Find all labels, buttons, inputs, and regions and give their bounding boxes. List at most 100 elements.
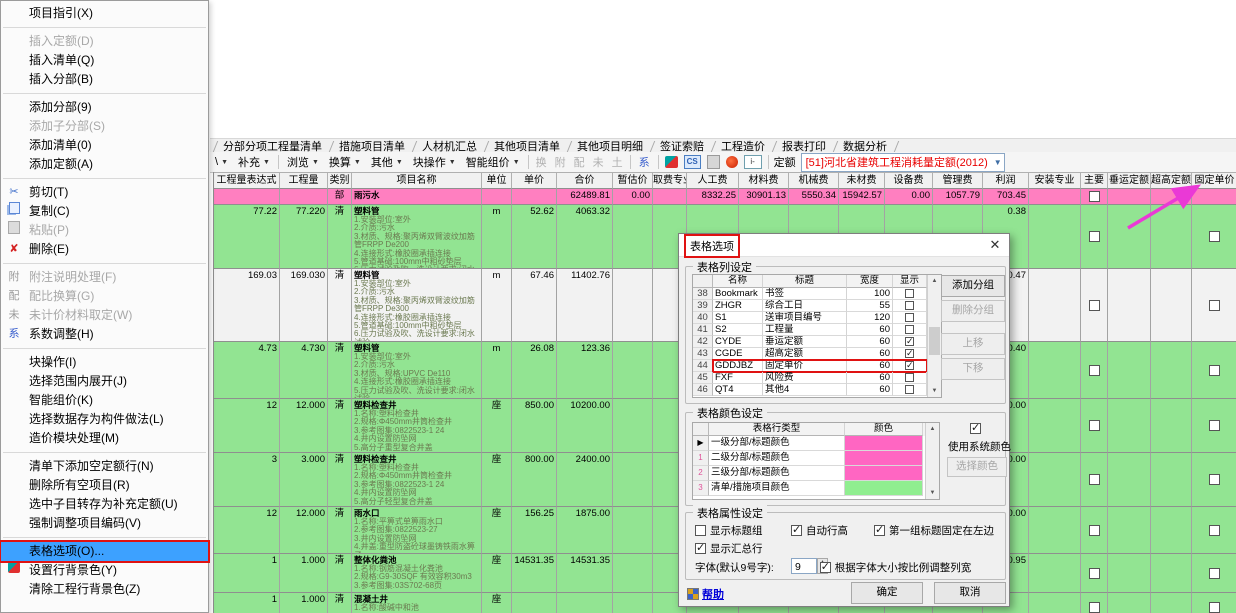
toolbar-dropdown-换算[interactable]: 换算▼ (324, 153, 366, 171)
color-setting-row[interactable]: 3清单/措施项目颜色 (693, 481, 939, 496)
column-header-main[interactable]: 主要 (1081, 173, 1108, 189)
checkbox-icon[interactable] (905, 289, 914, 298)
menu-item[interactable]: 块操作(I) (1, 353, 208, 372)
checkbox-icon[interactable] (1089, 525, 1100, 536)
checkbox-icon[interactable] (1089, 300, 1100, 311)
font-size-input[interactable]: 9 (791, 558, 817, 574)
checkbox-icon[interactable] (905, 337, 914, 346)
column-settings-grid[interactable]: 名称标题宽度显示38Bookmark书签10039ZHGR综合工日5540S1送… (692, 274, 942, 398)
checkbox-icon[interactable] (905, 349, 914, 358)
checkbox-icon[interactable] (1209, 365, 1220, 376)
checkbox-cell[interactable] (1081, 189, 1107, 204)
column-header-profit[interactable]: 利润 (983, 173, 1029, 189)
field-show[interactable] (893, 300, 927, 312)
column-header-mat[interactable]: 材料费 (739, 173, 789, 189)
checkbox-cell[interactable] (1192, 399, 1236, 452)
menu-item[interactable]: 表格选项(O)... (1, 542, 208, 561)
field-show[interactable] (893, 372, 927, 384)
column-header-cyde[interactable]: 垂运定额 (1108, 173, 1151, 189)
column-header-cgde[interactable]: 超高定额 (1151, 173, 1192, 189)
column-setting-row[interactable]: 38Bookmark书签100 (693, 288, 941, 300)
checkbox-cell[interactable] (1192, 269, 1236, 341)
help-link[interactable]: 帮助 (687, 586, 724, 602)
sheet-icon[interactable] (707, 155, 720, 169)
tab[interactable]: 签证索赔 (647, 139, 708, 153)
cancel-button[interactable]: 取消 (934, 582, 1006, 604)
field-show[interactable] (893, 324, 927, 336)
menu-item[interactable]: 添加定额(A) (1, 155, 208, 174)
quota-combobox[interactable]: [51]河北省建筑工程消耗量定额(2012)▼ (801, 153, 1005, 172)
color-setting-row[interactable]: 2三级分部/标题颜色 (693, 466, 939, 481)
paint-icon[interactable] (665, 156, 678, 168)
field-show[interactable] (893, 384, 927, 396)
toolbar-dropdown-补充[interactable]: 补充▼ (233, 153, 275, 171)
checkbox-icon[interactable] (905, 325, 914, 334)
column-header-est[interactable]: 暂估价 (613, 173, 653, 189)
checkbox-icon[interactable] (1209, 568, 1220, 579)
checkbox-icon[interactable] (695, 543, 706, 554)
tab[interactable]: 其他项目清单 (481, 139, 564, 153)
checkbox-icon[interactable] (970, 423, 981, 434)
checkbox-icon[interactable] (905, 301, 914, 310)
close-icon[interactable]: ✕ (987, 237, 1003, 253)
checkbox-cell[interactable] (1192, 205, 1236, 268)
column-setting-row[interactable]: 44GDDJBZ固定单价60 (693, 360, 941, 372)
tab[interactable]: 措施项目清单 (326, 139, 409, 153)
menu-item[interactable]: 设置行背景色(Y) (1, 561, 208, 580)
menu-item[interactable]: 清单下添加空定额行(N) (1, 457, 208, 476)
tab[interactable]: 报表打印 (769, 139, 830, 153)
ok-button[interactable]: 确定 (851, 582, 923, 604)
scroll-up-icon[interactable]: ▲ (926, 423, 939, 435)
scrollbar[interactable]: ▲▼ (927, 275, 941, 397)
toolbar-dropdown-其他[interactable]: 其他▼ (366, 153, 408, 171)
menu-item[interactable]: 项目指引(X) (1, 4, 208, 23)
checkbox-icon[interactable] (1209, 231, 1220, 242)
checkbox-icon[interactable] (905, 373, 914, 382)
show-title-group-checkbox[interactable]: 显示标题组 (695, 523, 763, 538)
menu-item[interactable]: 清除工程行背景色(Z) (1, 580, 208, 599)
checkbox-cell[interactable] (1192, 593, 1236, 613)
menu-item[interactable]: 添加清单(0) (1, 136, 208, 155)
color-setting-row[interactable]: ▶一级分部/标题颜色 (693, 436, 939, 451)
toolbar-dropdown-浏览[interactable]: 浏览▼ (282, 153, 324, 171)
menu-item[interactable]: 智能组价(K) (1, 391, 208, 410)
checkbox-cell[interactable] (1081, 453, 1107, 506)
scrollbar[interactable]: ▲▼ (925, 423, 939, 499)
cs-icon[interactable]: CS (684, 155, 701, 169)
checkbox-icon[interactable] (1089, 365, 1100, 376)
checkbox-cell[interactable] (1081, 399, 1107, 452)
scroll-down-icon[interactable]: ▼ (928, 385, 941, 397)
column-header-total[interactable]: 合价 (557, 173, 613, 189)
checkbox-cell[interactable] (1192, 342, 1236, 398)
column-header-labor[interactable]: 人工费 (687, 173, 739, 189)
field-show[interactable] (893, 336, 927, 348)
column-header-name[interactable]: 项目名称 (352, 173, 482, 189)
tab[interactable]: 分部分项工程量清单 (210, 139, 326, 153)
menu-item[interactable]: 系系数调整(H) (1, 325, 208, 344)
checkbox-cell[interactable] (1081, 593, 1107, 613)
column-setting-row[interactable]: 43CGDE超高定额60 (693, 348, 941, 360)
toolbar-dropdown-\[interactable]: \▼ (210, 153, 233, 171)
menu-item[interactable]: 删除所有空项目(R) (1, 476, 208, 495)
menu-item[interactable]: 插入分部(B) (1, 70, 208, 89)
menu-item[interactable]: ✘删除(E) (1, 240, 208, 259)
checkbox-icon[interactable] (905, 361, 914, 370)
checkbox-icon[interactable] (791, 525, 802, 536)
column-setting-row[interactable]: 42CYDE垂运定额60 (693, 336, 941, 348)
column-setting-row[interactable]: 39ZHGR综合工日55 (693, 300, 941, 312)
menu-item[interactable]: 造价模块处理(M) (1, 429, 208, 448)
column-header-mgmt[interactable]: 管理费 (933, 173, 983, 189)
menu-item[interactable]: 强制调整项目编码(V) (1, 514, 208, 533)
tab[interactable]: 人材机汇总 (409, 139, 481, 153)
checkbox-icon[interactable] (1089, 231, 1100, 242)
checkbox-icon[interactable] (1089, 420, 1100, 431)
checkbox-cell[interactable] (1192, 507, 1236, 553)
tab[interactable]: 数据分析 (830, 139, 891, 153)
checkbox-cell[interactable] (1081, 205, 1107, 268)
menu-item[interactable]: 添加分部(9) (1, 98, 208, 117)
checkbox-icon[interactable] (1089, 474, 1100, 485)
checkbox-icon[interactable] (874, 525, 885, 536)
checkbox-icon[interactable] (1089, 602, 1100, 613)
column-header-unit[interactable]: 单位 (482, 173, 512, 189)
column-header-price[interactable]: 单价 (512, 173, 557, 189)
